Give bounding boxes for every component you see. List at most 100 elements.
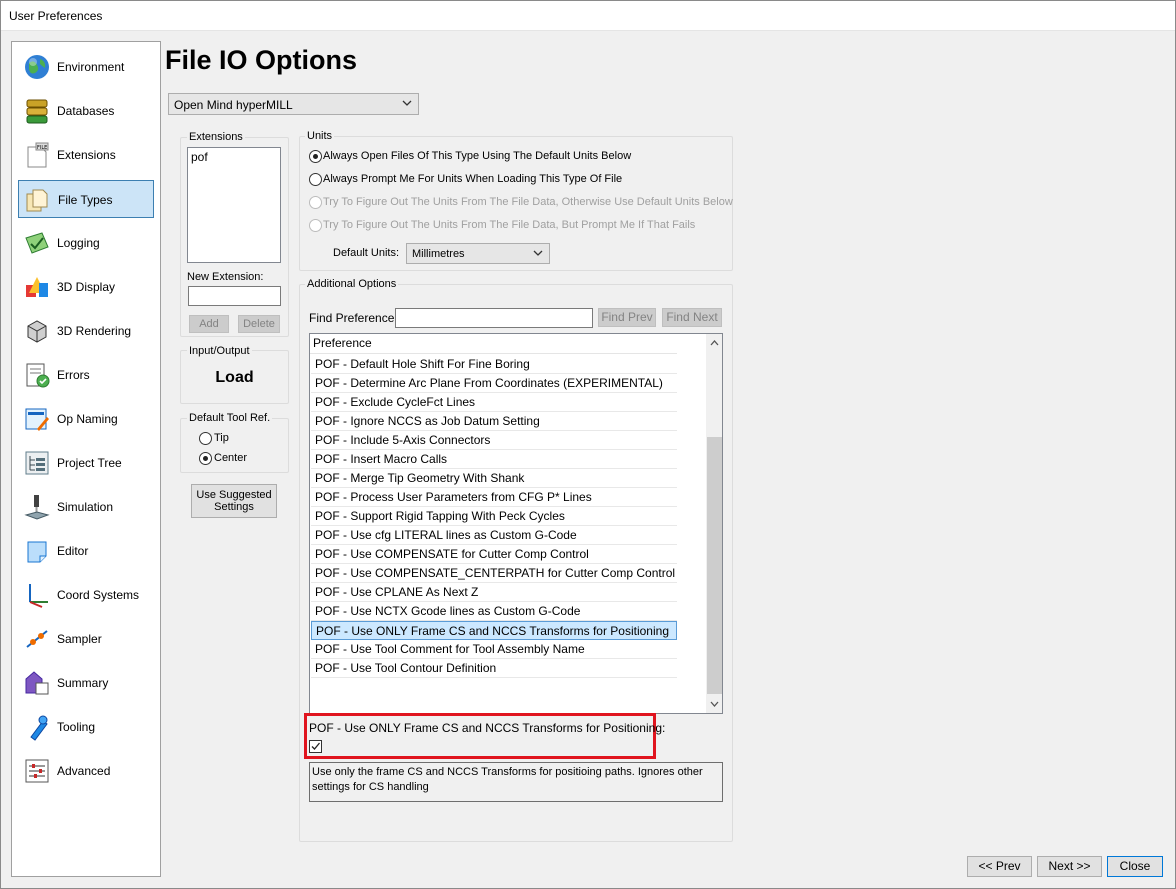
file-types-icon (26, 189, 48, 212)
sidebar-item-label: 3D Display (57, 280, 116, 294)
sidebar-item-file-types[interactable]: File Types (18, 180, 154, 218)
title-bar: User Preferences (0, 0, 1176, 31)
units-option-detect-prompt-radio[interactable] (309, 219, 322, 232)
tool-ref-group (180, 418, 289, 473)
scroll-down-icon[interactable] (710, 700, 719, 708)
selected-preference-checkbox[interactable] (309, 740, 322, 753)
globe-icon (25, 55, 49, 79)
category-sidebar: Environment Databases FILE Extensions Fi… (11, 41, 161, 877)
use-suggested-settings-button[interactable]: Use Suggested Settings (191, 484, 277, 518)
tip-radio[interactable] (199, 432, 212, 445)
preference-row[interactable]: POF - Use CPLANE As Next Z (311, 583, 677, 602)
database-icon (26, 99, 48, 124)
tip-radio-label: Tip (214, 432, 229, 444)
3d-display-icon (26, 277, 48, 297)
preference-description: Use only the frame CS and NCCS Transform… (309, 762, 723, 802)
sidebar-item-label: Editor (57, 544, 89, 558)
find-preference-input[interactable] (395, 308, 593, 328)
preference-row[interactable]: POF - Use COMPENSATE_CENTERPATH for Cutt… (311, 564, 677, 583)
preference-row[interactable]: POF - Exclude CycleFct Lines (311, 393, 677, 412)
sidebar-item-label: Summary (57, 676, 109, 690)
preference-list-scrollbar[interactable] (706, 334, 722, 713)
sidebar-item-coord-systems[interactable]: Coord Systems (18, 576, 154, 614)
sidebar-item-label: 3D Rendering (57, 324, 132, 338)
file-type-select-value: Open Mind hyperMILL (174, 98, 293, 112)
preference-row[interactable]: POF - Use cfg LITERAL lines as Custom G-… (311, 526, 677, 545)
units-option-detect-default-radio[interactable] (309, 196, 322, 209)
sidebar-item-op-naming[interactable]: Op Naming (18, 400, 154, 438)
tooling-icon (30, 715, 48, 741)
next-button[interactable]: Next >> (1037, 856, 1102, 877)
center-radio-label: Center (214, 452, 248, 464)
preference-list[interactable]: Preference POF - Default Hole Shift For … (309, 333, 723, 714)
preference-row[interactable]: POF - Use Tool Comment for Tool Assembly… (311, 640, 677, 659)
3d-rendering-icon (27, 320, 47, 343)
sidebar-item-label: Simulation (57, 500, 114, 514)
sidebar-item-label: Project Tree (57, 456, 122, 470)
checkmark-icon (311, 742, 320, 750)
default-units-value: Millimetres (412, 248, 465, 260)
sidebar-item-label: Extensions (57, 148, 116, 162)
prev-button[interactable]: << Prev (967, 856, 1032, 877)
close-button[interactable]: Close (1107, 856, 1163, 877)
sidebar-item-advanced[interactable]: Advanced (18, 752, 154, 790)
summary-icon (25, 671, 49, 695)
sidebar-item-3d-display[interactable]: 3D Display (18, 268, 154, 306)
sampler-icon (26, 630, 48, 648)
preference-row[interactable]: POF - Process User Parameters from CFG P… (311, 488, 677, 507)
delete-button[interactable]: Delete (238, 315, 280, 333)
preference-row[interactable]: POF - Insert Macro Calls (311, 450, 677, 469)
center-radio[interactable] (199, 452, 212, 465)
project-tree-icon (25, 451, 49, 475)
file-type-select[interactable]: Open Mind hyperMILL (168, 93, 419, 115)
default-units-label: Default Units: (333, 247, 400, 259)
sidebar-item-databases[interactable]: Databases (18, 92, 154, 130)
new-extension-input[interactable] (188, 286, 281, 306)
sidebar-item-project-tree[interactable]: Project Tree (18, 444, 154, 482)
find-prev-button[interactable]: Find Prev (598, 308, 656, 327)
sidebar-item-extensions[interactable]: FILE Extensions (18, 136, 154, 174)
preference-row[interactable]: POF - Use Tool Contour Definition (311, 659, 677, 678)
preference-row[interactable]: POF - Use COMPENSATE for Cutter Comp Con… (311, 545, 677, 564)
sidebar-item-tooling[interactable]: Tooling (18, 708, 154, 746)
add-button[interactable]: Add (189, 315, 229, 333)
svg-text:FILE: FILE (37, 145, 47, 151)
sidebar-item-sampler[interactable]: Sampler (18, 620, 154, 658)
preference-row[interactable]: POF - Use NCTX Gcode lines as Custom G-C… (311, 602, 677, 621)
selected-preference-highlight (304, 713, 656, 759)
find-next-button[interactable]: Find Next (662, 308, 722, 327)
units-option-label: Try To Figure Out The Units From The Fil… (323, 219, 696, 231)
sidebar-item-summary[interactable]: Summary (18, 664, 154, 702)
preference-row[interactable]: POF - Use ONLY Frame CS and NCCS Transfo… (311, 621, 677, 640)
units-group-label: Units (305, 130, 335, 142)
sidebar-item-errors[interactable]: Errors (18, 356, 154, 394)
preference-row[interactable]: POF - Determine Arc Plane From Coordinat… (311, 374, 677, 393)
units-option-label: Always Open Files Of This Type Using The… (323, 150, 632, 162)
sidebar-item-label: Advanced (57, 764, 111, 778)
sidebar-item-environment[interactable]: Environment (18, 48, 154, 86)
extensions-list[interactable]: pof (187, 147, 281, 263)
preference-row[interactable]: POF - Merge Tip Geometry With Shank (311, 469, 677, 488)
simulation-icon (24, 495, 50, 520)
use-suggested-line1: Use Suggested (196, 488, 272, 501)
sidebar-item-simulation[interactable]: Simulation (18, 488, 154, 526)
preference-row[interactable]: POF - Support Rigid Tapping With Peck Cy… (311, 507, 677, 526)
sidebar-item-logging[interactable]: Logging (18, 224, 154, 262)
units-option-default-radio[interactable] (309, 150, 322, 163)
preference-row[interactable]: POF - Default Hole Shift For Fine Boring (311, 355, 677, 374)
scroll-up-icon[interactable] (710, 339, 719, 347)
sidebar-item-editor[interactable]: Editor (18, 532, 154, 570)
scrollbar-thumb[interactable] (707, 437, 722, 694)
sidebar-item-label: Coord Systems (57, 588, 140, 602)
preference-row[interactable]: POF - Include 5-Axis Connectors (311, 431, 677, 450)
units-option-prompt-radio[interactable] (309, 173, 322, 186)
units-option-label: Always Prompt Me For Units When Loading … (323, 173, 623, 185)
list-item[interactable]: pof (191, 150, 208, 164)
sidebar-item-label: Errors (57, 368, 90, 382)
sidebar-item-label: Databases (57, 104, 115, 118)
io-value: Load (215, 369, 254, 386)
preference-list-header[interactable]: Preference (310, 334, 677, 354)
default-units-select[interactable]: Millimetres (406, 243, 550, 264)
preference-row[interactable]: POF - Ignore NCCS as Job Datum Setting (311, 412, 677, 431)
sidebar-item-3d-rendering[interactable]: 3D Rendering (18, 312, 154, 350)
